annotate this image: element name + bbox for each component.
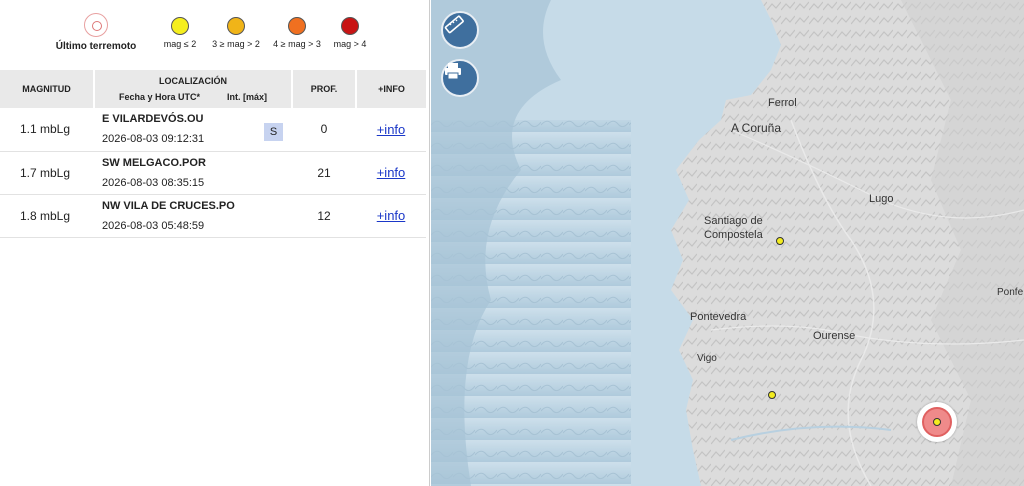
magnitude-legend: Último terremoto mag ≤ 2 3 ≥ mag > 2 4 ≥… <box>0 0 430 68</box>
row-depth: 21 <box>292 151 356 195</box>
header-localizacion[interactable]: LOCALIZACIÓN Fecha y Hora UTC* Int. [máx… <box>94 70 293 108</box>
legend-mag-gt-4: mag > 4 <box>326 17 374 49</box>
legend-mag-3-4: 4 ≥ mag > 3 <box>266 17 328 49</box>
map-label-coruna: A Coruña <box>731 121 782 135</box>
intensity-badge: S <box>264 123 283 141</box>
printer-icon <box>445 63 461 80</box>
last-earthquake-icon <box>84 13 108 37</box>
earthquake-panel: Último terremoto mag ≤ 2 3 ≥ mag > 2 4 ≥… <box>0 0 430 486</box>
row-info-cell: +info <box>356 151 426 195</box>
table-row[interactable]: 1.1 mbLg E VILARDEVÓS.OU 2026-08-03 09:1… <box>0 108 426 152</box>
map-label-lugo: Lugo <box>869 193 894 205</box>
map-view[interactable]: Ferrol A Coruña Lugo Santiago de Compost… <box>431 0 1024 486</box>
row-location: SW MELGACO.POR 2026-08-03 08:35:15 <box>94 151 292 195</box>
legend-label: 4 ≥ mag > 3 <box>273 39 321 49</box>
legend-last-label: Último terremoto <box>55 41 137 52</box>
ruler-button[interactable] <box>441 11 479 49</box>
earthquake-table: MAGNITUD LOCALIZACIÓN Fecha y Hora UTC* … <box>0 70 426 238</box>
last-earthquake-dot <box>933 418 941 426</box>
row-depth: 0 <box>292 108 356 152</box>
legend-label: mag > 4 <box>333 39 367 49</box>
ruler-icon <box>444 15 464 34</box>
row-magnitude: 1.1 mbLg <box>0 108 94 152</box>
map-label-santiago-1: Santiago de <box>704 215 763 227</box>
row-info-cell: +info <box>356 194 426 238</box>
row-location: E VILARDEVÓS.OU 2026-08-03 09:12:31 S <box>94 108 292 152</box>
dark-orange-circle-icon <box>288 17 306 35</box>
header-info: +INFO <box>356 70 426 108</box>
legend-mag-2-3: 3 ≥ mag > 2 <box>205 17 267 49</box>
map-label-pontevedra: Pontevedra <box>690 311 747 323</box>
yellow-circle-icon <box>171 17 189 35</box>
table-header-row: MAGNITUD LOCALIZACIÓN Fecha y Hora UTC* … <box>0 70 426 108</box>
last-earthquake-marker[interactable] <box>917 402 957 442</box>
row-place: NW VILA DE CRUCES.PO <box>102 199 235 212</box>
row-magnitude: 1.8 mbLg <box>0 194 94 238</box>
header-int-label: Int. [máx] <box>226 92 267 102</box>
earthquake-marker[interactable] <box>768 391 776 399</box>
orange-circle-icon <box>227 17 245 35</box>
map-label-santiago-2: Compostela <box>704 229 763 241</box>
legend-label: 3 ≥ mag > 2 <box>212 39 260 49</box>
red-circle-icon <box>341 17 359 35</box>
row-date: 2026-08-03 05:48:59 <box>102 219 205 232</box>
info-link[interactable]: +info <box>377 208 406 223</box>
legend-mag-le-2: mag ≤ 2 <box>155 17 205 49</box>
print-button[interactable] <box>441 59 479 97</box>
info-link[interactable]: +info <box>377 122 406 137</box>
row-info-cell: +info <box>356 108 426 152</box>
info-link[interactable]: +info <box>377 165 406 180</box>
row-place: SW MELGACO.POR <box>102 156 206 169</box>
table-row[interactable]: 1.7 mbLg SW MELGACO.POR 2026-08-03 08:35… <box>0 151 426 195</box>
map-label-ferrol: Ferrol <box>768 97 797 109</box>
earthquake-marker[interactable] <box>776 237 784 245</box>
legend-last-earthquake: Último terremoto <box>50 13 142 52</box>
table-row[interactable]: 1.8 mbLg NW VILA DE CRUCES.PO 2026-08-03… <box>0 194 426 238</box>
row-location: NW VILA DE CRUCES.PO 2026-08-03 05:48:59 <box>94 194 292 238</box>
header-magnitud[interactable]: MAGNITUD <box>0 70 95 108</box>
header-fecha-label: Fecha y Hora UTC* <box>119 92 201 102</box>
row-depth: 12 <box>292 194 356 238</box>
map-label-vigo: Vigo <box>697 353 717 364</box>
header-localizacion-label: LOCALIZACIÓN <box>159 76 227 86</box>
map-label-ponferrada: Ponfe <box>997 287 1024 298</box>
row-magnitude: 1.7 mbLg <box>0 151 94 195</box>
map-label-ourense: Ourense <box>813 330 856 342</box>
legend-label: mag ≤ 2 <box>163 39 197 49</box>
row-date: 2026-08-03 08:35:15 <box>102 176 205 189</box>
header-prof[interactable]: PROF. <box>292 70 357 108</box>
row-date: 2026-08-03 09:12:31 <box>102 133 205 146</box>
